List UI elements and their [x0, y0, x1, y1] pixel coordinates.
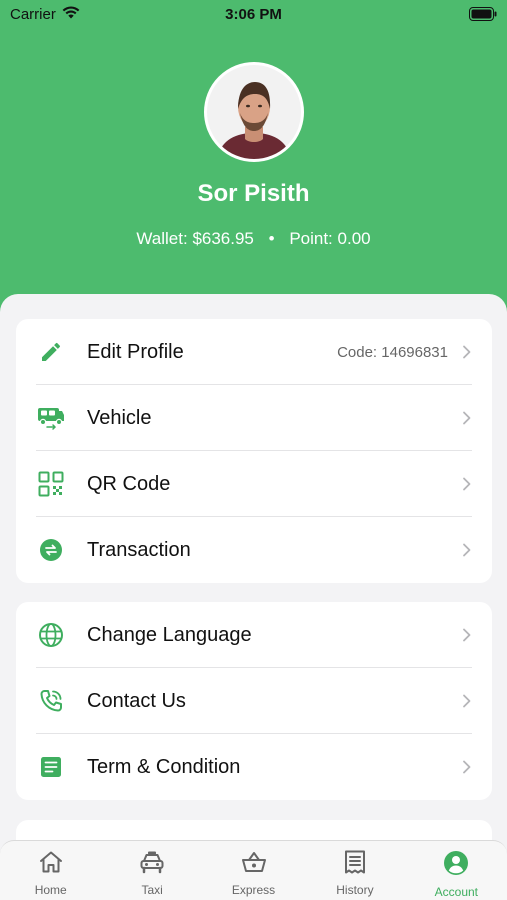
document-icon — [36, 752, 66, 782]
basket-icon — [241, 850, 267, 877]
pencil-icon — [36, 337, 66, 367]
tab-account-label: Account — [434, 885, 478, 899]
tab-history-label: History — [336, 883, 374, 897]
status-time: 3:06 PM — [225, 6, 282, 23]
vehicle-row[interactable]: Vehicle — [16, 385, 492, 451]
globe-icon — [36, 620, 66, 650]
chevron-right-icon — [462, 628, 472, 642]
term-condition-label: Term & Condition — [87, 755, 241, 778]
chevron-right-icon — [462, 345, 472, 359]
chevron-right-icon — [462, 543, 472, 557]
avatar[interactable] — [204, 62, 304, 162]
contact-us-row[interactable]: Contact Us — [16, 668, 492, 734]
account-icon — [443, 850, 469, 879]
point-label: Point: — [289, 229, 333, 248]
profile-stats: Wallet: $636.95 • Point: 0.00 — [0, 229, 507, 249]
battery-icon — [469, 7, 497, 25]
status-bar: Carrier 3:06 PM — [0, 0, 507, 30]
qr-code-row[interactable]: QR Code — [16, 451, 492, 517]
edit-profile-row[interactable]: Edit Profile Code: 14696831 — [16, 319, 492, 385]
chevron-right-icon — [462, 477, 472, 491]
chevron-right-icon — [462, 694, 472, 708]
change-language-row[interactable]: Change Language — [16, 602, 492, 668]
transfer-icon — [36, 535, 66, 565]
taxi-icon — [139, 850, 165, 877]
avatar-image — [207, 65, 301, 159]
settings-menu-card: Change Language Contact Us Term & Condit… — [16, 602, 492, 800]
tab-account[interactable]: Account — [406, 841, 507, 900]
tab-bar: Home Taxi Express History Account — [0, 840, 507, 900]
contact-us-label: Contact Us — [87, 689, 186, 712]
transaction-label: Transaction — [87, 538, 191, 561]
member-code: Code: 14696831 — [337, 343, 448, 361]
tab-history[interactable]: History — [304, 841, 405, 900]
profile-header: Carrier 3:06 PM Sor Pisith Wallet: $636.… — [0, 0, 507, 320]
tab-home-label: Home — [34, 883, 67, 897]
vehicle-label: Vehicle — [87, 406, 152, 429]
wallet-value: $636.95 — [192, 229, 254, 248]
home-icon — [38, 850, 64, 877]
stats-separator: • — [268, 229, 275, 248]
chevron-right-icon — [462, 411, 472, 425]
account-menu-card: Edit Profile Code: 14696831 Vehicle QR C… — [16, 319, 492, 583]
change-language-label: Change Language — [87, 623, 252, 646]
term-condition-row[interactable]: Term & Condition — [16, 734, 492, 800]
chevron-right-icon — [462, 760, 472, 774]
tab-taxi[interactable]: Taxi — [101, 841, 202, 900]
tab-express[interactable]: Express — [203, 841, 304, 900]
receipt-icon — [342, 850, 368, 877]
profile-name: Sor Pisith — [197, 180, 310, 207]
transaction-row[interactable]: Transaction — [16, 517, 492, 583]
qr-code-label: QR Code — [87, 472, 171, 495]
edit-profile-label: Edit Profile — [87, 340, 184, 363]
tab-home[interactable]: Home — [0, 841, 101, 900]
tab-taxi-label: Taxi — [141, 883, 163, 897]
point-value: 0.00 — [337, 229, 371, 248]
tab-express-label: Express — [231, 883, 276, 897]
qr-code-icon — [36, 469, 66, 499]
phone-icon — [36, 686, 66, 716]
wallet-label: Wallet: — [136, 229, 188, 248]
vehicle-icon — [36, 403, 66, 433]
